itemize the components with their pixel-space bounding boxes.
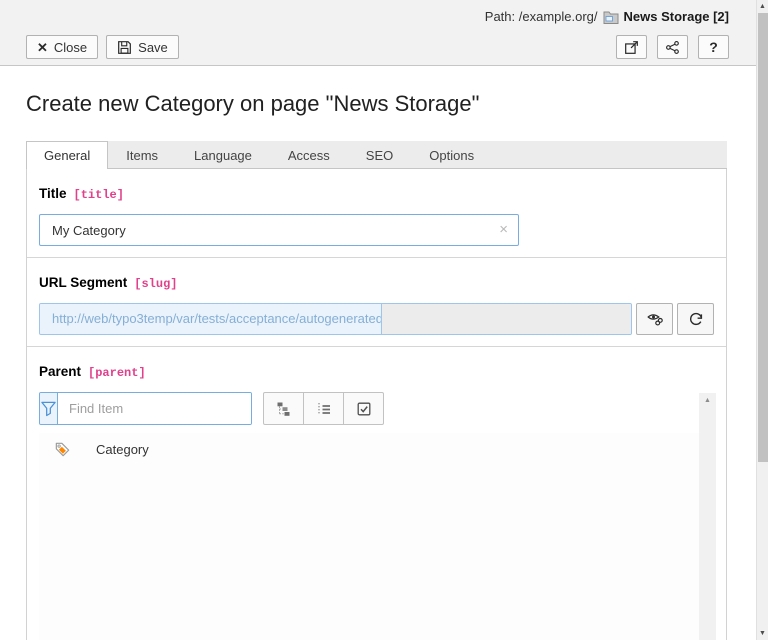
docheader-left-buttons: ✕ Close Save bbox=[26, 35, 179, 59]
title-field-code: [title] bbox=[74, 188, 124, 202]
filter-funnel-icon[interactable] bbox=[40, 393, 58, 424]
field-section-title: Title[title] × bbox=[27, 169, 726, 257]
tree-filter-input[interactable] bbox=[58, 393, 252, 424]
field-section-parent: Parent[parent] bbox=[27, 346, 726, 640]
title-input[interactable] bbox=[39, 214, 519, 246]
refresh-icon bbox=[688, 311, 704, 327]
tab-access[interactable]: Access bbox=[270, 141, 348, 168]
collapse-list-button[interactable] bbox=[303, 392, 344, 425]
slug-prefix: http://web/typo3temp/var/tests/acceptanc… bbox=[40, 304, 382, 334]
scrollbar-thumb[interactable] bbox=[758, 13, 768, 462]
field-section-slug: URL Segment[slug] http://web/typo3temp/v… bbox=[27, 257, 726, 346]
save-button-label: Save bbox=[138, 40, 168, 55]
breadcrumb: Path: /example.org/ News Storage [2] bbox=[485, 9, 729, 24]
tab-items[interactable]: Items bbox=[108, 141, 176, 168]
list-icon bbox=[316, 401, 332, 417]
tree-item-label: Category bbox=[96, 442, 149, 457]
checkbox-checked-icon bbox=[356, 401, 372, 417]
tree-scrollbar[interactable]: ▲ bbox=[699, 393, 716, 640]
folder-icon bbox=[603, 10, 619, 24]
save-button[interactable]: Save bbox=[106, 35, 179, 59]
share-button[interactable] bbox=[657, 35, 688, 59]
clear-input-icon[interactable]: × bbox=[499, 222, 508, 237]
module-body: Create new Category on page "News Storag… bbox=[0, 67, 756, 640]
tree-toolbar bbox=[263, 392, 384, 425]
slug-field-label: URL Segment[slug] bbox=[39, 275, 714, 291]
open-in-new-window-button[interactable] bbox=[616, 35, 647, 59]
help-button[interactable]: ? bbox=[698, 35, 729, 59]
breadcrumb-record-name: News Storage [2] bbox=[624, 9, 729, 24]
docheader-right-buttons: ? bbox=[616, 35, 729, 59]
help-icon: ? bbox=[709, 39, 718, 55]
expand-tree-button[interactable] bbox=[263, 392, 304, 425]
parent-field-code: [parent] bbox=[88, 366, 146, 380]
tree-scrollbar-up-icon[interactable]: ▲ bbox=[699, 397, 716, 404]
slug-toggle-button[interactable] bbox=[636, 303, 673, 335]
tree-item-category[interactable]: Category bbox=[39, 433, 714, 458]
category-tag-icon bbox=[54, 441, 71, 458]
slug-input-group: http://web/typo3temp/var/tests/acceptanc… bbox=[39, 303, 632, 335]
tab-options[interactable]: Options bbox=[411, 141, 492, 168]
slug-input[interactable] bbox=[382, 304, 631, 334]
tab-panel-general: Title[title] × URL Segment[slug] http://… bbox=[26, 169, 727, 640]
tab-language[interactable]: Language bbox=[176, 141, 270, 168]
tree-filter-group bbox=[39, 392, 252, 425]
open-in-new-window-icon bbox=[624, 40, 639, 55]
slug-field-code: [slug] bbox=[134, 277, 177, 291]
close-button[interactable]: ✕ Close bbox=[26, 35, 98, 59]
breadcrumb-path: Path: /example.org/ bbox=[485, 9, 598, 24]
scrollbar-down-icon[interactable]: ▼ bbox=[757, 630, 768, 637]
tab-general[interactable]: General bbox=[26, 141, 108, 169]
slug-recalculate-button[interactable] bbox=[677, 303, 714, 335]
page-scrollbar[interactable]: ▲ ▼ bbox=[756, 0, 768, 640]
form-tab-bar: General Items Language Access SEO Option… bbox=[26, 141, 727, 169]
share-icon bbox=[665, 40, 680, 55]
toggle-selection-button[interactable] bbox=[343, 392, 384, 425]
eye-link-icon bbox=[647, 311, 663, 327]
scrollbar-up-icon[interactable]: ▲ bbox=[757, 3, 768, 10]
page-title: Create new Category on page "News Storag… bbox=[26, 91, 730, 117]
save-icon bbox=[117, 40, 132, 55]
tab-seo[interactable]: SEO bbox=[348, 141, 411, 168]
parent-field-label: Parent[parent] bbox=[39, 364, 714, 380]
hierarchy-icon bbox=[276, 401, 292, 417]
close-icon: ✕ bbox=[37, 41, 48, 54]
close-button-label: Close bbox=[54, 40, 87, 55]
category-tree: Category bbox=[39, 433, 714, 640]
doc-header: Path: /example.org/ News Storage [2] ✕ C… bbox=[0, 0, 756, 66]
title-field-label: Title[title] bbox=[39, 186, 714, 202]
typo3-record-edit-screen: Path: /example.org/ News Storage [2] ✕ C… bbox=[0, 0, 768, 640]
